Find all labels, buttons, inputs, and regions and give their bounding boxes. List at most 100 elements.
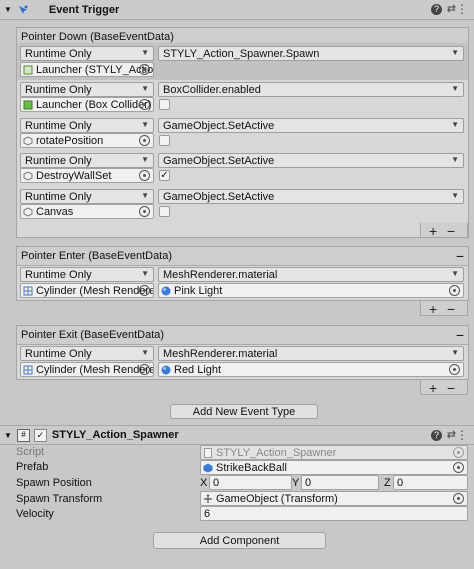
object-picker-icon[interactable] <box>139 64 150 75</box>
bool-checkbox[interactable] <box>159 99 170 110</box>
help-icon[interactable]: ? <box>431 430 442 441</box>
pointer-down-list-footer <box>420 223 468 238</box>
runtime-dropdown[interactable]: Runtime Only ▼ <box>20 189 154 204</box>
add-component-button[interactable]: Add Component <box>153 532 326 549</box>
runtime-label: Runtime Only <box>25 83 92 96</box>
function-label: GameObject.SetActive <box>163 119 275 132</box>
spawn-transform-field[interactable]: GameObject (Transform) <box>200 491 468 506</box>
function-dropdown[interactable]: BoxCollider.enabled ▼ <box>158 82 464 97</box>
velocity-field[interactable]: 6 <box>200 506 468 521</box>
runtime-dropdown[interactable]: Runtime Only ▼ <box>20 346 154 361</box>
spawn-transform-value: GameObject (Transform) <box>216 492 338 505</box>
object-label: Cylinder (Mesh Renderer) <box>36 284 154 297</box>
event-trigger-component-icon <box>17 4 29 16</box>
bool-checkbox[interactable] <box>159 135 170 146</box>
help-icon[interactable]: ? <box>431 4 442 15</box>
spawn-position-label: Spawn Position <box>16 477 92 489</box>
material-field[interactable]: Pink Light <box>158 283 464 298</box>
material-field[interactable]: Red Light <box>158 362 464 377</box>
object-picker-icon[interactable] <box>453 462 464 473</box>
function-dropdown[interactable]: GameObject.SetActive ▼ <box>158 153 464 168</box>
argument-label: Pink Light <box>174 284 223 297</box>
object-picker-icon[interactable] <box>139 170 150 181</box>
dropdown-arrow-icon: ▼ <box>141 48 149 57</box>
function-dropdown[interactable]: GameObject.SetActive ▼ <box>158 189 464 204</box>
function-dropdown[interactable]: MeshRenderer.material ▼ <box>158 346 464 361</box>
object-picker-icon[interactable] <box>139 206 150 217</box>
function-dropdown[interactable]: GameObject.SetActive ▼ <box>158 118 464 133</box>
runtime-dropdown[interactable]: Runtime Only ▼ <box>20 82 154 97</box>
more-icon[interactable]: ⋮ <box>456 428 468 442</box>
add-component-label: Add Component <box>199 534 280 547</box>
z-label[interactable]: Z <box>384 477 391 489</box>
remove-entry-button[interactable]: − <box>447 224 455 238</box>
dropdown-arrow-icon: ▼ <box>451 155 459 164</box>
pointer-enter-list-footer <box>420 301 468 316</box>
mesh-renderer-icon <box>23 365 33 375</box>
object-picker-icon[interactable] <box>449 364 460 375</box>
preset-icon[interactable]: ⇄ <box>447 2 456 15</box>
x-label[interactable]: X <box>200 477 207 489</box>
object-picker-icon[interactable] <box>139 364 150 375</box>
prefab-field[interactable]: StrikeBackBall <box>200 460 468 475</box>
runtime-dropdown[interactable]: Runtime Only ▼ <box>20 267 154 282</box>
pointer-enter-title: Pointer Enter (BaseEventData) <box>21 250 173 262</box>
add-new-event-type-button[interactable]: Add New Event Type <box>170 404 318 419</box>
add-entry-button[interactable]: + <box>429 224 437 238</box>
object-field[interactable]: Canvas <box>20 204 154 219</box>
dropdown-arrow-icon: ▼ <box>451 191 459 200</box>
script-file-icon <box>203 447 213 458</box>
object-field[interactable]: Cylinder (Mesh Renderer) <box>20 283 154 298</box>
runtime-dropdown[interactable]: Runtime Only ▼ <box>20 153 154 168</box>
function-label: MeshRenderer.material <box>163 268 278 281</box>
velocity-label: Velocity <box>16 508 54 520</box>
remove-event-button[interactable]: − <box>456 327 464 343</box>
remove-event-button[interactable]: − <box>456 248 464 264</box>
dropdown-arrow-icon: ▼ <box>141 155 149 164</box>
material-sphere-icon <box>161 365 171 375</box>
remove-entry-button[interactable]: − <box>447 381 455 395</box>
runtime-label: Runtime Only <box>25 190 92 203</box>
bool-checkbox[interactable]: ✓ <box>159 170 170 181</box>
add-entry-button[interactable]: + <box>429 381 437 395</box>
object-picker-icon[interactable] <box>449 285 460 296</box>
preset-icon[interactable]: ⇄ <box>447 428 456 441</box>
dropdown-arrow-icon: ▼ <box>451 348 459 357</box>
y-label[interactable]: Y <box>292 477 299 489</box>
function-dropdown[interactable]: STYLY_Action_Spawner.Spawn ▼ <box>158 46 464 61</box>
spawn-position-z-field[interactable]: 0 <box>393 475 468 490</box>
runtime-dropdown[interactable]: Runtime Only ▼ <box>20 118 154 133</box>
object-field[interactable]: Launcher (Box Collider) <box>20 97 154 112</box>
add-entry-button[interactable]: + <box>429 302 437 316</box>
object-field[interactable]: Launcher (STYLY_Action_ <box>20 62 154 77</box>
object-picker-icon[interactable] <box>139 285 150 296</box>
x-value: 0 <box>213 476 220 489</box>
gameobject-icon <box>23 135 33 146</box>
function-dropdown[interactable]: MeshRenderer.material ▼ <box>158 267 464 282</box>
event-trigger-header[interactable]: ▼ Event Trigger ? ⇄ ⋮ <box>0 0 474 20</box>
object-label: Canvas <box>36 205 74 218</box>
dropdown-arrow-icon: ▼ <box>141 120 149 129</box>
transform-icon <box>203 493 213 504</box>
object-picker-icon[interactable] <box>139 99 150 110</box>
spawn-position-y-field[interactable]: 0 <box>301 475 379 490</box>
enabled-checkbox[interactable]: ✓ <box>33 428 47 442</box>
bool-checkbox[interactable] <box>159 206 170 217</box>
gameobject-icon <box>23 170 33 181</box>
object-field[interactable]: Cylinder (Mesh Renderer) <box>20 362 154 377</box>
foldout-arrow-icon[interactable]: ▼ <box>4 431 12 440</box>
object-field[interactable]: rotatePosition <box>20 133 154 148</box>
spawn-position-x-field[interactable]: 0 <box>209 475 292 490</box>
remove-entry-button[interactable]: − <box>447 302 455 316</box>
more-icon[interactable]: ⋮ <box>456 2 468 16</box>
pointer-exit-header: Pointer Exit (BaseEventData) − <box>17 326 468 345</box>
runtime-label: Runtime Only <box>25 154 92 167</box>
object-picker-icon[interactable] <box>453 493 464 504</box>
object-picker-icon[interactable] <box>139 135 150 146</box>
mesh-renderer-icon <box>23 286 33 296</box>
spawner-header[interactable]: ▼ # ✓ STYLY_Action_Spawner ? ⇄ ⋮ <box>0 425 474 445</box>
object-field[interactable]: DestroyWallSet <box>20 168 154 183</box>
function-label: MeshRenderer.material <box>163 347 278 360</box>
foldout-arrow-icon[interactable]: ▼ <box>4 5 12 14</box>
runtime-dropdown[interactable]: Runtime Only ▼ <box>20 46 154 61</box>
